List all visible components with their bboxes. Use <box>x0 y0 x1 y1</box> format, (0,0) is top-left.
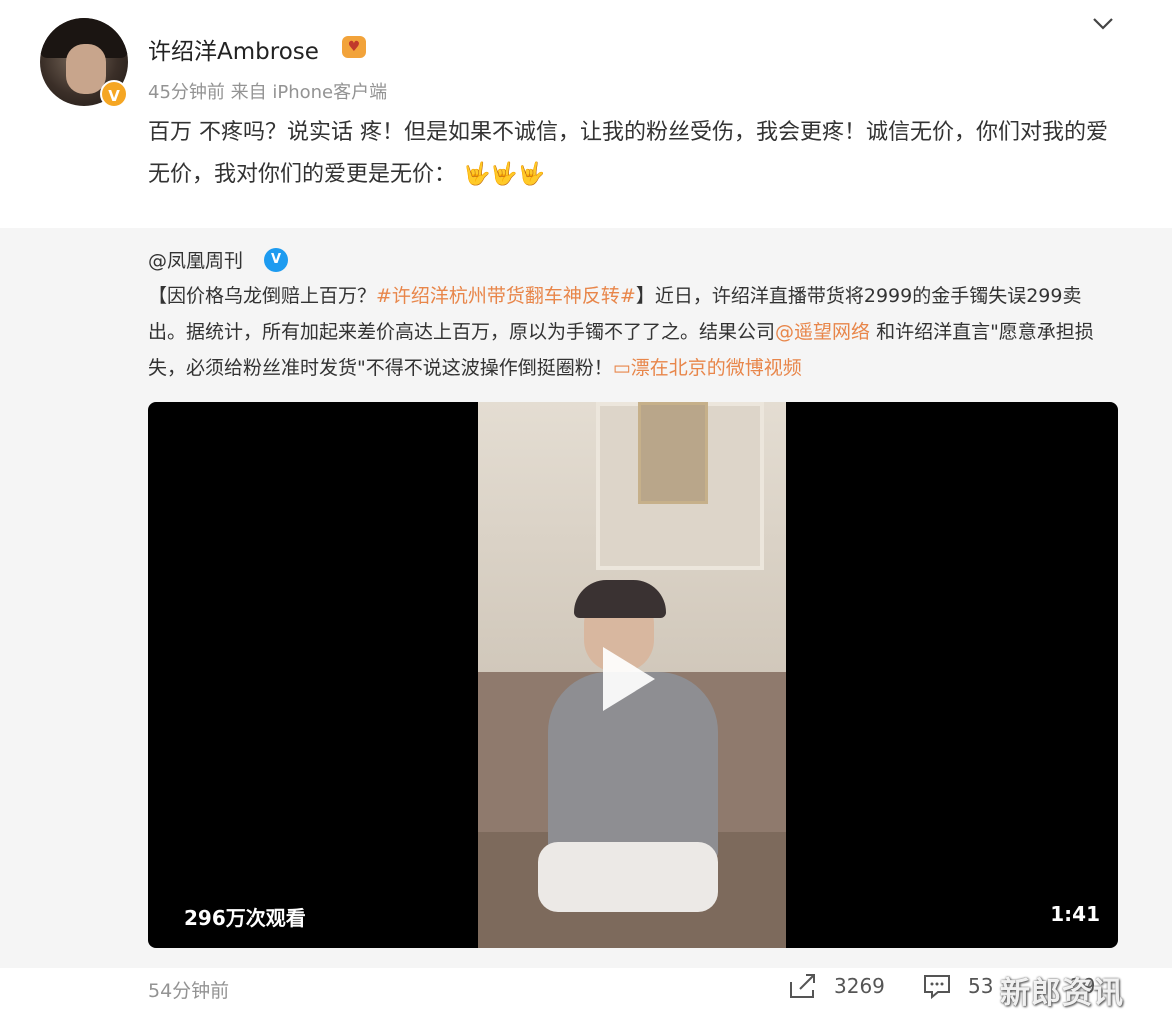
repost-source-user[interactable]: @凤凰周刊 <box>148 246 243 273</box>
chevron-down-icon[interactable] <box>1090 10 1116 36</box>
comment-icon[interactable] <box>922 972 952 1000</box>
video-duration: 1:41 <box>1050 902 1100 926</box>
repost-text-part1: 【因价格乌龙倒赔上百万？ <box>148 285 377 307</box>
post-username[interactable]: 许绍洋Ambrose <box>148 32 319 66</box>
repost-container: @凤凰周刊 V 【因价格乌龙倒赔上百万？#许绍洋杭州带货翻车神反转#】近日，许绍… <box>0 228 1172 968</box>
repost-count[interactable]: 3269 <box>834 974 885 998</box>
post-content: 百万 不疼吗？说实话 疼！但是如果不诚信，让我的粉丝受伤，我会更疼！诚信无价，你… <box>148 112 1128 196</box>
watermark: 新郎资讯 <box>1000 976 1124 1011</box>
footer-time: 54分钟前 <box>148 980 230 1002</box>
post-footer: 54分钟前 3269 53 29 新郎资讯 <box>0 968 1172 1028</box>
video-link[interactable]: 漂在北京的微博视频 <box>631 357 802 379</box>
vip-badge-icon: ♥ <box>342 36 366 58</box>
video-player[interactable]: 296万次观看 1:41 <box>148 402 1118 948</box>
verified-badge: V <box>100 80 128 108</box>
video-views: 296万次观看 <box>184 906 306 930</box>
share-icon[interactable] <box>788 972 818 1000</box>
hashtag-link[interactable]: #许绍洋杭州带货翻车神反转# <box>376 285 636 307</box>
comment-count[interactable]: 53 <box>968 974 993 998</box>
repost-text: 【因价格乌龙倒赔上百万？#许绍洋杭州带货翻车神反转#】近日，许绍洋直播带货将29… <box>148 278 1116 386</box>
post-card: V 许绍洋Ambrose ♥ 45分钟前 来自 iPhone客户端 百万 不疼吗… <box>0 0 1172 228</box>
mention-link[interactable]: @遥望网络 <box>775 321 870 343</box>
post-meta: 45分钟前 来自 iPhone客户端 <box>148 82 388 103</box>
play-icon[interactable] <box>603 647 655 711</box>
verified-blue-badge: V <box>264 248 288 272</box>
post-content-text: 百万 不疼吗？说实话 疼！但是如果不诚信，让我的粉丝受伤，我会更疼！诚信无价，你… <box>148 120 1108 187</box>
video-icon: ▭ <box>612 357 631 379</box>
rock-hand-emoji: 🤟🤟🤟 <box>463 162 546 187</box>
